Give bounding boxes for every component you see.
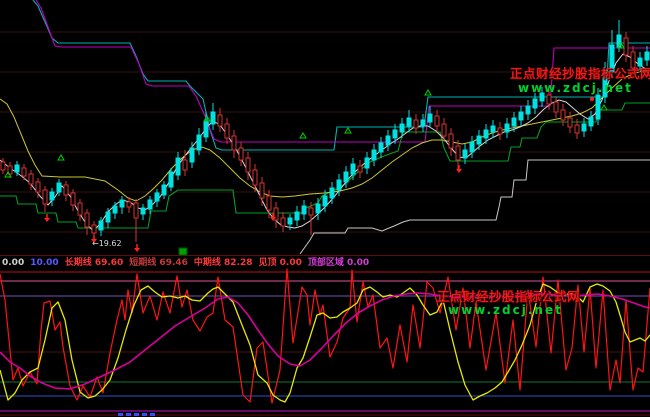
stock-chart-app: 0.00 10.00 长期线 69.60 短期线 69.46 中期线 82.28 见顶 0… — [0, 0, 650, 417]
indicator-label: 10.00 — [30, 258, 58, 268]
watermark-title: 正点财经抄股指标公式网 — [510, 63, 650, 82]
indicator-label: 中期线 82.28 — [194, 258, 253, 268]
low-price-annotation: ←19.62 — [92, 239, 122, 248]
watermark-url-link-sub[interactable]: www.zdcj.net — [448, 303, 563, 317]
indicator-label: 顶部区域 0.00 — [308, 258, 369, 268]
indicator-label: 见顶 0.00 — [259, 258, 302, 268]
watermark-url-link[interactable]: www.zdcj.net — [518, 81, 633, 95]
indicator-value-bar: 0.00 10.00 长期线 69.60 短期线 69.46 中期线 82.28 见顶 0… — [2, 257, 648, 269]
indicator-label: 0.00 — [2, 258, 24, 268]
indicator-label: 短期线 69.46 — [129, 258, 188, 268]
main-chart-panel[interactable] — [0, 0, 650, 255]
indicator-label: 长期线 69.60 — [65, 258, 124, 268]
